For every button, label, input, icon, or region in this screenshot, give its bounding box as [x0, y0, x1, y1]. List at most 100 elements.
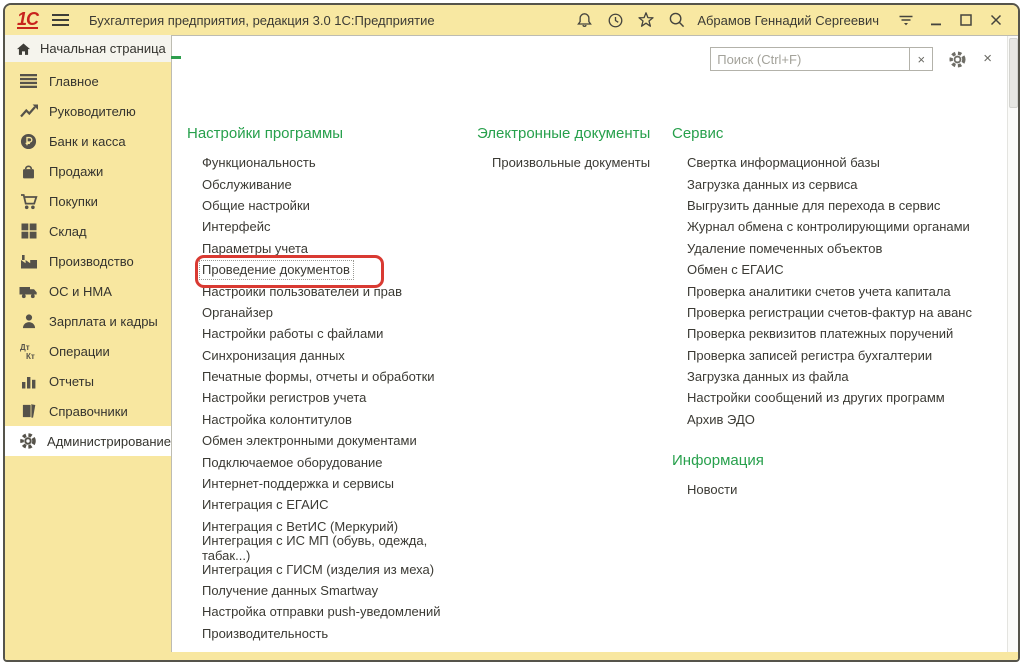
column-program-settings: Настройки программы Функциональность Обс…: [187, 125, 477, 644]
sidebar-item-salary-hr[interactable]: Зарплата и кадры: [5, 306, 171, 336]
sidebar-item-label: Банк и касса: [49, 134, 126, 149]
menu-item[interactable]: Проверка реквизитов платежных поручений: [687, 323, 1002, 344]
sidebar-item-label: Главное: [49, 74, 99, 89]
1c-logo: 1С: [17, 11, 38, 29]
menu-item[interactable]: Настройки работы с файлами: [202, 323, 477, 344]
menu-item[interactable]: Интеграция с ЕГАИС: [202, 494, 477, 515]
menu-item[interactable]: Интеграция с ИС МП (обувь, одежда, табак…: [202, 537, 477, 558]
sidebar-item-label: Отчеты: [49, 374, 94, 389]
menu-item[interactable]: Интерфейс: [202, 216, 477, 237]
trend-up-icon: [18, 104, 39, 118]
factory-icon: [18, 253, 39, 269]
panel-scrollbar[interactable]: [1007, 36, 1018, 652]
menu-item[interactable]: Синхронизация данных: [202, 345, 477, 366]
menu-item[interactable]: Интернет-поддержка и сервисы: [202, 473, 477, 494]
sidebar-item-operations[interactable]: ДтКт Операции: [5, 336, 171, 366]
menu-item-document-posting[interactable]: Проведение документов: [202, 259, 477, 280]
ruble-circle-icon: [18, 133, 39, 150]
search-input[interactable]: [710, 47, 910, 71]
menu-item[interactable]: Проверка записей регистра бухгалтерии: [687, 345, 1002, 366]
bar-chart-icon: [18, 374, 39, 389]
menu-item[interactable]: Удаление помеченных объектов: [687, 238, 1002, 259]
group-header: Электронные документы: [477, 125, 672, 143]
group-header: Сервис: [672, 125, 1002, 143]
window-bottom-strip: [5, 652, 1018, 660]
sidebar-item-reports[interactable]: Отчеты: [5, 366, 171, 396]
column-electronic-documents: Электронные документы Произвольные докум…: [477, 125, 672, 173]
sidebar-item-label: Склад: [49, 224, 87, 239]
favorites-star-icon[interactable]: [636, 10, 656, 30]
menu-item[interactable]: Настройки регистров учета: [202, 387, 477, 408]
menu-item[interactable]: Подключаемое оборудование: [202, 451, 477, 472]
panel-close-icon[interactable]: ×: [983, 52, 992, 66]
menu-item[interactable]: Проверка аналитики счетов учета капитала: [687, 280, 1002, 301]
lines-icon: [18, 74, 39, 88]
menu-item[interactable]: Журнал обмена с контролирующими органами: [687, 216, 1002, 237]
group-header: Настройки программы: [187, 125, 477, 143]
menu-item[interactable]: Настройки сообщений из других программ: [687, 387, 1002, 408]
sidebar-item-directories[interactable]: Справочники: [5, 396, 171, 426]
hamburger-menu-icon[interactable]: [52, 14, 69, 26]
menu-item[interactable]: Обмен с ЕГАИС: [687, 259, 1002, 280]
sidebar-item-bank-cash[interactable]: Банк и касса: [5, 126, 171, 156]
menu-item[interactable]: Производительность: [202, 623, 477, 644]
administration-panel: × × Настройки программы Функциональность…: [171, 35, 1018, 652]
menu-item[interactable]: Произвольные документы: [492, 152, 672, 173]
menu-item-label: Проведение документов: [199, 260, 354, 280]
main-area: Начальная страница Главное Руководителю: [5, 35, 1018, 652]
notifications-bell-icon[interactable]: [574, 10, 594, 30]
menu-item[interactable]: Печатные формы, отчеты и обработки: [202, 366, 477, 387]
left-column: Начальная страница Главное Руководителю: [5, 35, 171, 652]
menu-item[interactable]: Новости: [687, 479, 1002, 500]
dt-kt-icon: ДтКт: [18, 342, 39, 360]
menu-item[interactable]: Настройка колонтитулов: [202, 409, 477, 430]
menu-item[interactable]: Получение данных Smartway: [202, 580, 477, 601]
menu-item[interactable]: Функциональность: [202, 152, 477, 173]
menu-item[interactable]: Свертка информационной базы: [687, 152, 1002, 173]
menu-item[interactable]: Проверка регистрации счетов-фактур на ав…: [687, 302, 1002, 323]
menu-item[interactable]: Выгрузить данные для перехода в сервис: [687, 195, 1002, 216]
scrollbar-thumb[interactable]: [1009, 38, 1018, 108]
sidebar-item-purchases[interactable]: Покупки: [5, 186, 171, 216]
menu-item[interactable]: Настройки пользователей и прав: [202, 280, 477, 301]
boxes-icon: [18, 223, 39, 239]
current-user-name[interactable]: Абрамов Геннадий Сергеевич: [697, 13, 879, 28]
minimize-button[interactable]: [926, 10, 946, 30]
sidebar-item-fixed-assets[interactable]: ОС и НМА: [5, 276, 171, 306]
menu-item[interactable]: Органайзер: [202, 302, 477, 323]
section-sidebar: Главное Руководителю Банк и касса: [5, 62, 171, 652]
menu-item[interactable]: Обмен электронными документами: [202, 430, 477, 451]
sidebar-item-label: Производство: [49, 254, 134, 269]
close-window-button[interactable]: [986, 10, 1006, 30]
sidebar-item-sales[interactable]: Продажи: [5, 156, 171, 186]
sidebar-item-label: ОС и НМА: [49, 284, 112, 299]
title-bar: 1С Бухгалтерия предприятия, редакция 3.0…: [5, 5, 1018, 35]
sidebar-item-label: Зарплата и кадры: [49, 314, 158, 329]
sidebar-item-warehouse[interactable]: Склад: [5, 216, 171, 246]
menu-item[interactable]: Архив ЭДО: [687, 409, 1002, 430]
sidebar-item-label: Администрирование: [47, 434, 171, 449]
sidebar-item-label: Операции: [49, 344, 110, 359]
sidebar-item-label: Руководителю: [49, 104, 136, 119]
service-menu-icon[interactable]: [896, 10, 916, 30]
sidebar-item-production[interactable]: Производство: [5, 246, 171, 276]
menu-item[interactable]: Параметры учета: [202, 238, 477, 259]
sidebar-item-main[interactable]: Главное: [5, 66, 171, 96]
sidebar-item-administration[interactable]: Администрирование: [5, 426, 171, 456]
maximize-button[interactable]: [956, 10, 976, 30]
search-magnifier-icon[interactable]: [667, 10, 687, 30]
menu-item[interactable]: Обслуживание: [202, 173, 477, 194]
panel-settings-gear-icon[interactable]: [948, 50, 967, 69]
sidebar-item-manager[interactable]: Руководителю: [5, 96, 171, 126]
menu-item[interactable]: Загрузка данных из файла: [687, 366, 1002, 387]
sidebar-item-label: Покупки: [49, 194, 98, 209]
tab-home-page[interactable]: Начальная страница: [5, 35, 171, 62]
person-icon: [18, 313, 39, 329]
menu-item[interactable]: Загрузка данных из сервиса: [687, 173, 1002, 194]
history-clock-icon[interactable]: [605, 10, 625, 30]
sidebar-item-label: Продажи: [49, 164, 103, 179]
svg-text:Дт: Дт: [20, 343, 30, 352]
menu-item[interactable]: Настройка отправки push-уведомлений: [202, 601, 477, 622]
search-clear-button[interactable]: ×: [910, 47, 933, 71]
menu-item[interactable]: Общие настройки: [202, 195, 477, 216]
